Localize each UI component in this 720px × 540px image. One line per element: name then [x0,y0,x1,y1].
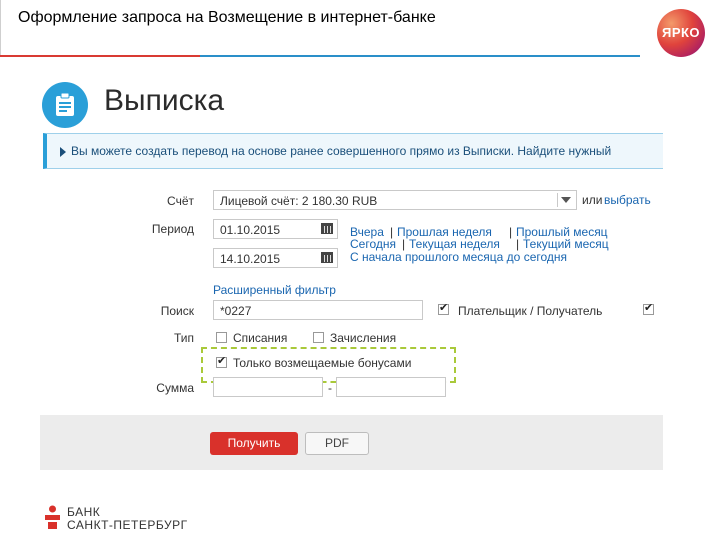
bank-name-line1: БАНК [67,505,101,519]
debits-checkbox[interactable] [216,332,227,343]
period-label: Период [151,222,194,236]
statement-screenshot: Выписка Вы можете создать перевод на осн… [40,70,663,470]
advanced-filter-link[interactable]: Расширенный фильтр [213,283,336,297]
credits-checkbox[interactable] [313,332,324,343]
yarko-badge-text: ЯРКО [661,25,701,40]
calendar-icon[interactable] [321,223,333,234]
amount-label: Сумма [156,381,194,395]
payer-checkbox[interactable] [438,301,449,315]
bonus-only-label: Только возмещаемые бонусами [233,356,412,370]
account-or: или [582,193,603,207]
account-choose-link[interactable]: выбрать [604,193,651,207]
search-input[interactable]: *0227 [213,300,423,320]
period-link-this-month[interactable]: Текущий месяц [523,237,609,251]
get-statement-button[interactable]: Получить [210,432,298,455]
info-arrow-icon [60,147,66,157]
period-link-this-week[interactable]: Текущая неделя [409,237,500,251]
amount-from-input[interactable] [213,377,323,397]
amount-separator: - [328,381,332,395]
payer-label: Плательщик / Получатель [458,304,603,318]
amount-to-input[interactable] [336,377,446,397]
period-separator: | [509,225,513,239]
account-select-value: Лицевой счёт: 2 180.30 RUB [220,194,378,208]
bank-logo-icon [45,505,60,529]
title-underline-red [0,55,200,57]
account-select[interactable]: Лицевой счёт: 2 180.30 RUB [213,190,577,210]
payer-extra-checkbox[interactable] [643,301,654,315]
type-label: Тип [173,331,194,345]
title-underline-blue [200,55,640,57]
search-label: Поиск [160,304,194,318]
bank-name-line2: САНКТ-ПЕТЕРБУРГ [67,518,188,532]
clipboard-icon [42,82,88,128]
yarko-badge: ЯРКО [657,9,705,57]
info-text: Вы можете создать перевод на основе ране… [71,144,612,158]
period-link-since-last-month[interactable]: С начала прошлого месяца до сегодня [350,250,567,264]
date-from-input[interactable]: 01.10.2015 [213,219,338,239]
period-link-today[interactable]: Сегодня [350,237,396,251]
page-heading: Выписка [104,84,225,117]
title-divider [0,0,1,56]
bonus-only-checkbox[interactable] [216,354,227,368]
date-to-input[interactable]: 14.10.2015 [213,248,338,268]
debits-label: Списания [233,331,288,345]
info-banner: Вы можете создать перевод на основе ране… [43,133,663,169]
calendar-icon[interactable] [321,252,333,263]
dropdown-arrow-icon[interactable] [557,193,574,207]
period-separator: | [402,237,406,251]
search-value: *0227 [220,304,252,318]
date-from-value: 01.10.2015 [220,223,281,237]
account-label: Счёт [167,194,194,208]
date-to-value: 14.10.2015 [220,252,281,266]
credits-label: Зачисления [330,331,397,345]
pdf-button[interactable]: PDF [305,432,369,455]
period-separator: | [516,237,520,251]
slide-title: Оформление запроса на Возмещение в интер… [18,9,436,26]
